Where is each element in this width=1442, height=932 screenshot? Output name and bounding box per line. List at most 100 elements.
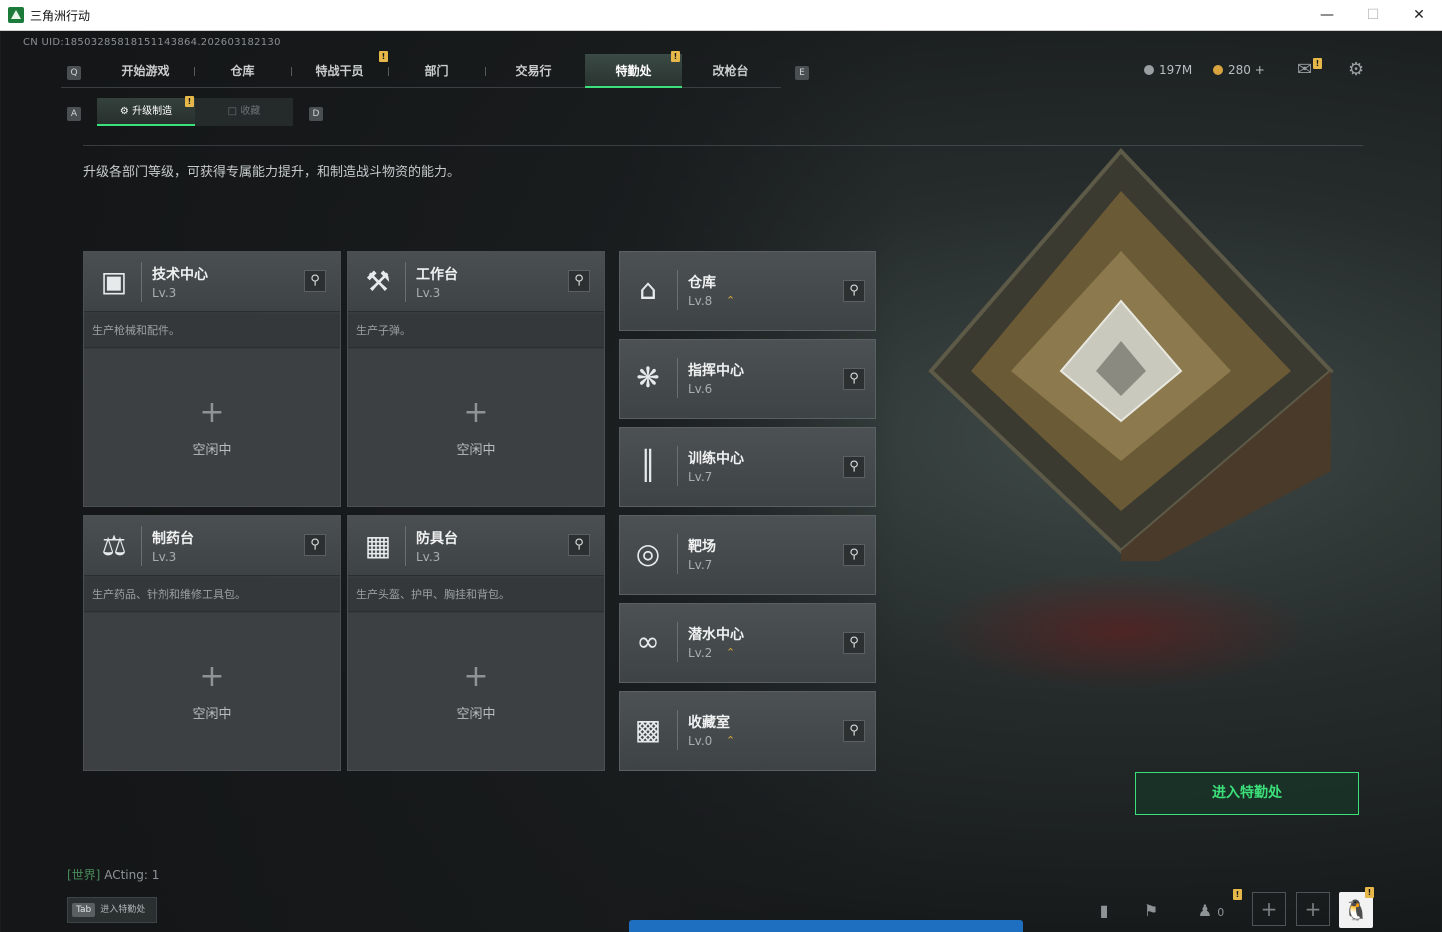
tab-department[interactable]: 部门 xyxy=(388,54,485,88)
chat-line[interactable]: [世界] ACting: 1 xyxy=(67,866,159,883)
tab-key: Tab xyxy=(72,903,96,917)
tab-operators[interactable]: 特战干员 xyxy=(291,54,388,88)
search-icon[interactable]: ⚲ xyxy=(304,270,326,292)
search-icon[interactable]: ⚲ xyxy=(843,632,865,654)
maximize-button[interactable]: ☐ xyxy=(1350,0,1396,30)
card-divider xyxy=(141,262,142,302)
craft-slot[interactable]: + 空闲中 xyxy=(348,613,604,770)
facility-name: 指挥中心 xyxy=(688,363,744,379)
card-header: ▦ 防具台 Lv.3 ⚲ xyxy=(348,516,604,576)
background-glow xyxy=(931,571,1311,691)
plus-icon: + xyxy=(463,659,489,694)
facility-card-diving[interactable]: ∞ 潜水中心 Lv.2 ⌃ ⚲ xyxy=(619,603,876,683)
search-icon[interactable]: ⚲ xyxy=(843,280,865,302)
search-icon[interactable]: ⚲ xyxy=(843,544,865,566)
search-icon[interactable]: ⚲ xyxy=(843,368,865,390)
facility-level: Lv.2 xyxy=(688,646,713,660)
tab-start-game[interactable]: 开始游戏 xyxy=(97,54,194,88)
search-icon[interactable]: ⚲ xyxy=(568,270,590,292)
workshop-card-tech-center: ▣ 技术中心 Lv.3 ⚲ 生产枪械和配件。 + 空闲中 xyxy=(83,251,341,507)
facility-card-warehouse[interactable]: ⌂ 仓库 Lv.8 ⌃ ⚲ xyxy=(619,251,876,331)
workshop-level: Lv.3 xyxy=(416,286,441,300)
card-divider xyxy=(677,534,678,574)
game-viewport: CN UID:18503285818151143864.202603182130… xyxy=(1,31,1441,932)
command-icon: ❋ xyxy=(636,361,660,394)
stats-icon[interactable]: ▮ xyxy=(1089,896,1119,926)
gear-icon[interactable]: ⚙ xyxy=(1348,59,1364,80)
silver-coin-icon xyxy=(1144,65,1154,75)
microscope-icon: ⚖ xyxy=(101,529,127,562)
notification-badge: ! xyxy=(379,51,388,62)
search-icon[interactable]: ⚲ xyxy=(843,456,865,478)
plus-icon: + xyxy=(199,395,225,430)
close-button[interactable]: ✕ xyxy=(1396,0,1442,30)
status-text: 空闲中 xyxy=(192,443,232,458)
facility-name: 收藏室 xyxy=(688,715,730,731)
notification-badge: ! xyxy=(1365,887,1374,898)
search-icon[interactable]: ⚲ xyxy=(843,720,865,742)
workshop-name: 工作台 xyxy=(416,267,458,283)
facility-card-range[interactable]: ◎ 靶场 Lv.7 ⚲ xyxy=(619,515,876,595)
notification-badge: ! xyxy=(185,96,194,107)
facility-level: Lv.6 xyxy=(688,382,713,396)
tab-warehouse[interactable]: 仓库 xyxy=(194,54,291,88)
subtab-next-key[interactable]: D xyxy=(309,107,323,121)
player-uid: CN UID:18503285818151143864.202603182130 xyxy=(23,37,281,48)
mail-icon[interactable]: ✉ xyxy=(1297,59,1312,80)
workshop-desc: 生产头盔、护甲、胸挂和背包。 xyxy=(348,578,604,612)
upgrade-available-icon: ⌃ xyxy=(726,294,736,307)
subtab-prev-key[interactable]: A xyxy=(67,107,81,121)
add-slot-button[interactable]: + xyxy=(1252,892,1286,926)
workshop-level: Lv.3 xyxy=(152,286,177,300)
nav-prev-key[interactable]: Q xyxy=(67,66,81,80)
workshop-card-armor: ▦ 防具台 Lv.3 ⚲ 生产头盔、护甲、胸挂和背包。 + 空闲中 xyxy=(347,515,605,771)
upgrade-available-icon: ⌃ xyxy=(726,734,736,747)
subtab-upgrade-craft[interactable]: ⚙ 升级制造 xyxy=(97,98,195,126)
bottom-popup-bar[interactable] xyxy=(629,920,1023,932)
card-divider xyxy=(677,622,678,662)
add-slot-button[interactable]: + xyxy=(1296,892,1330,926)
nav-next-key[interactable]: E xyxy=(795,66,809,80)
search-icon[interactable]: ⚲ xyxy=(568,534,590,556)
card-divider xyxy=(677,358,678,398)
card-divider xyxy=(677,446,678,486)
workshop-level: Lv.3 xyxy=(416,550,441,564)
tab-gunsmith[interactable]: 改枪台 xyxy=(682,54,779,88)
facility-name: 潜水中心 xyxy=(688,627,744,643)
facility-level: Lv.8 xyxy=(688,294,713,308)
card-header: ⚒ 工作台 Lv.3 ⚲ xyxy=(348,252,604,312)
craft-slot[interactable]: + 空闲中 xyxy=(84,349,340,506)
plus-icon: + xyxy=(463,395,489,430)
friends-icon: ♟ xyxy=(1197,901,1213,920)
main-nav: Q 开始游戏 仓库 特战干员 ! 部门 交易行 特勤处 ! 改枪台 E xyxy=(61,51,809,88)
flag-icon[interactable]: ⚑ xyxy=(1136,896,1166,926)
workshop-name: 技术中心 xyxy=(152,267,208,283)
facility-card-training[interactable]: ║ 训练中心 Lv.7 ⚲ xyxy=(619,427,876,507)
facility-name: 训练中心 xyxy=(688,451,744,467)
facility-level: Lv.7 xyxy=(688,558,713,572)
notification-badge: ! xyxy=(1313,58,1322,69)
minimize-button[interactable]: — xyxy=(1304,0,1350,30)
tab-special-ops[interactable]: 特勤处 xyxy=(585,54,682,88)
monitor-icon: ▣ xyxy=(100,265,128,298)
page-description: 升级各部门等级，可获得专属能力提升，和制造战斗物资的能力。 xyxy=(83,165,461,180)
friends-button[interactable]: ♟ 0 xyxy=(1191,896,1231,926)
facility-name: 靶场 xyxy=(688,539,716,555)
enter-special-ops-button[interactable]: 进入特勤处 xyxy=(1135,772,1359,815)
subtab-collection-label: 收藏 xyxy=(240,106,261,117)
workshop-name: 制药台 xyxy=(152,531,194,547)
facility-card-collection[interactable]: ▩ 收藏室 Lv.0 ⌃ ⚲ xyxy=(619,691,876,771)
craft-slot[interactable]: + 空闲中 xyxy=(348,349,604,506)
resource-currency2[interactable]: 280 + xyxy=(1213,63,1265,77)
card-divider xyxy=(405,262,406,302)
tab-hint[interactable]: Tab 进入特勤处 xyxy=(67,897,157,923)
tab-trading[interactable]: 交易行 xyxy=(485,54,582,88)
craft-slot[interactable]: + 空闲中 xyxy=(84,613,340,770)
facility-card-command[interactable]: ❋ 指挥中心 Lv.6 ⚲ xyxy=(619,339,876,419)
search-icon[interactable]: ⚲ xyxy=(304,534,326,556)
workshop-level: Lv.3 xyxy=(152,550,177,564)
workshop-card-workbench: ⚒ 工作台 Lv.3 ⚲ 生产子弹。 + 空闲中 xyxy=(347,251,605,507)
subtab-collection[interactable]: □ 收藏 xyxy=(195,98,293,126)
facility-level: Lv.7 xyxy=(688,470,713,484)
card-divider xyxy=(677,270,678,310)
